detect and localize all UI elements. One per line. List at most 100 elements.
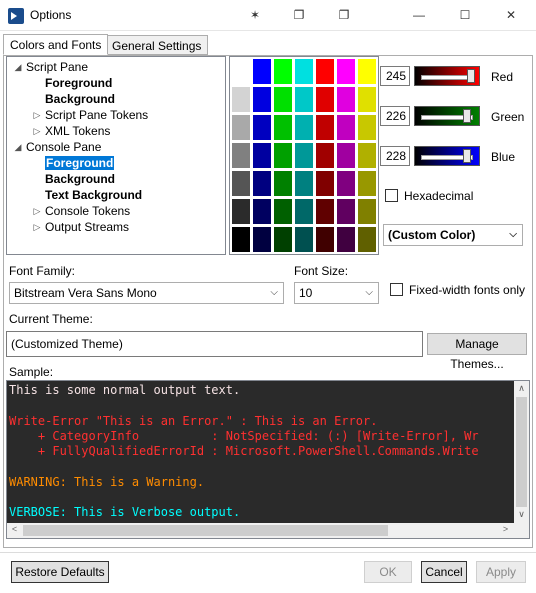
color-element-tree[interactable]: ◢ Script Pane Foreground Background ▷ Script … — [6, 56, 226, 255]
color-swatch[interactable] — [231, 198, 251, 225]
color-swatch[interactable] — [252, 114, 272, 141]
color-swatch[interactable] — [315, 198, 335, 225]
tab-colors-and-fonts[interactable]: Colors and Fonts — [3, 34, 109, 55]
apply-button[interactable]: Apply — [476, 561, 526, 583]
color-swatch[interactable] — [273, 58, 293, 85]
color-swatch[interactable] — [336, 86, 356, 113]
tree-item[interactable]: ◢ Console Pane — [15, 139, 102, 155]
font-family-select[interactable]: Bitstream Vera Sans Mono ⌵ — [9, 282, 284, 304]
scroll-up-icon[interactable]: ∧ — [514, 383, 529, 394]
color-swatch[interactable] — [315, 58, 335, 85]
color-swatch[interactable] — [315, 114, 335, 141]
color-swatch[interactable] — [273, 86, 293, 113]
color-swatch[interactable] — [231, 86, 251, 113]
fixed-width-fonts-checkbox[interactable] — [390, 283, 403, 296]
pin-icon[interactable]: ✶ — [236, 2, 274, 29]
color-swatch[interactable] — [294, 142, 314, 169]
red-slider[interactable] — [414, 66, 480, 86]
horizontal-scroll-thumb[interactable] — [23, 525, 388, 536]
color-swatch[interactable] — [231, 226, 251, 253]
color-swatch[interactable] — [273, 114, 293, 141]
vertical-scrollbar[interactable]: ∧ ∨ — [514, 381, 529, 523]
font-size-select[interactable]: 10 ⌵ — [294, 282, 379, 304]
scroll-down-icon[interactable]: ∨ — [514, 509, 529, 520]
tree-item[interactable]: Foreground — [45, 75, 112, 91]
tree-item[interactable]: Background — [45, 91, 115, 107]
green-value-field[interactable]: 226 — [380, 106, 410, 126]
vertical-scroll-thumb[interactable] — [516, 397, 527, 507]
expanded-caret-icon[interactable]: ◢ — [13, 59, 23, 75]
color-swatch[interactable] — [231, 114, 251, 141]
tree-item[interactable]: Foreground — [45, 155, 115, 171]
color-swatch[interactable] — [315, 226, 335, 253]
color-swatch[interactable] — [357, 226, 377, 253]
color-swatch[interactable] — [231, 58, 251, 85]
collapsed-caret-icon[interactable]: ▷ — [32, 123, 42, 139]
tree-item[interactable]: Text Background — [45, 187, 142, 203]
color-palette[interactable] — [229, 56, 379, 255]
ok-button[interactable]: OK — [364, 561, 412, 583]
color-swatch[interactable] — [252, 142, 272, 169]
color-swatch[interactable] — [357, 170, 377, 197]
color-swatch[interactable] — [336, 114, 356, 141]
color-swatch[interactable] — [336, 58, 356, 85]
color-swatch[interactable] — [315, 86, 335, 113]
color-swatch[interactable] — [294, 58, 314, 85]
blue-value-field[interactable]: 228 — [380, 146, 410, 166]
color-swatch[interactable] — [273, 226, 293, 253]
restore-defaults-button[interactable]: Restore Defaults — [11, 561, 109, 583]
color-swatch[interactable] — [357, 142, 377, 169]
color-swatch[interactable] — [336, 226, 356, 253]
tab-general-settings[interactable]: General Settings — [105, 35, 209, 55]
color-swatch[interactable] — [315, 142, 335, 169]
color-swatch[interactable] — [252, 86, 272, 113]
green-slider-thumb[interactable] — [463, 109, 471, 123]
collapsed-caret-icon[interactable]: ▷ — [32, 203, 42, 219]
current-theme-field[interactable]: (Customized Theme) — [6, 331, 423, 357]
color-swatch[interactable] — [336, 142, 356, 169]
color-swatch[interactable] — [315, 170, 335, 197]
expanded-caret-icon[interactable]: ◢ — [13, 139, 23, 155]
dock-icon[interactable]: ❐ — [280, 2, 318, 29]
color-swatch[interactable] — [336, 170, 356, 197]
scroll-right-icon[interactable]: > — [498, 524, 513, 534]
color-swatch[interactable] — [252, 170, 272, 197]
collapsed-caret-icon[interactable]: ▷ — [32, 219, 42, 235]
minimize-button[interactable]: — — [400, 2, 438, 29]
color-swatch[interactable] — [273, 142, 293, 169]
dock-alt-icon[interactable]: ❐ — [325, 2, 363, 29]
color-swatch[interactable] — [273, 170, 293, 197]
color-swatch[interactable] — [357, 114, 377, 141]
color-swatch[interactable] — [294, 86, 314, 113]
tree-item[interactable]: ▷ Output Streams — [34, 219, 130, 235]
blue-slider-thumb[interactable] — [463, 149, 471, 163]
red-value-field[interactable]: 245 — [380, 66, 410, 86]
color-preset-select[interactable]: (Custom Color) ⌵ — [383, 224, 523, 246]
tree-item[interactable]: ▷ Console Tokens — [34, 203, 131, 219]
color-swatch[interactable] — [231, 170, 251, 197]
color-swatch[interactable] — [357, 198, 377, 225]
scroll-left-icon[interactable]: < — [7, 524, 22, 534]
tree-item[interactable]: Background — [45, 171, 115, 187]
color-swatch[interactable] — [294, 226, 314, 253]
manage-themes-button[interactable]: Manage Themes... — [427, 333, 527, 371]
color-swatch[interactable] — [294, 170, 314, 197]
color-swatch[interactable] — [336, 198, 356, 225]
close-button[interactable]: ✕ — [492, 2, 530, 29]
blue-slider[interactable] — [414, 146, 480, 166]
color-swatch[interactable] — [357, 58, 377, 85]
color-swatch[interactable] — [252, 198, 272, 225]
maximize-button[interactable]: ☐ — [446, 2, 484, 29]
color-swatch[interactable] — [252, 58, 272, 85]
green-slider[interactable] — [414, 106, 480, 126]
color-swatch[interactable] — [231, 142, 251, 169]
horizontal-scrollbar[interactable]: < > — [7, 523, 529, 538]
color-swatch[interactable] — [294, 114, 314, 141]
color-swatch[interactable] — [273, 198, 293, 225]
hexadecimal-checkbox[interactable] — [385, 189, 398, 202]
cancel-button[interactable]: Cancel — [421, 561, 467, 583]
tree-item[interactable]: ◢ Script Pane — [15, 59, 89, 75]
tree-item[interactable]: ▷ XML Tokens — [34, 123, 111, 139]
color-swatch[interactable] — [357, 86, 377, 113]
tree-item[interactable]: ▷ Script Pane Tokens — [34, 107, 149, 123]
